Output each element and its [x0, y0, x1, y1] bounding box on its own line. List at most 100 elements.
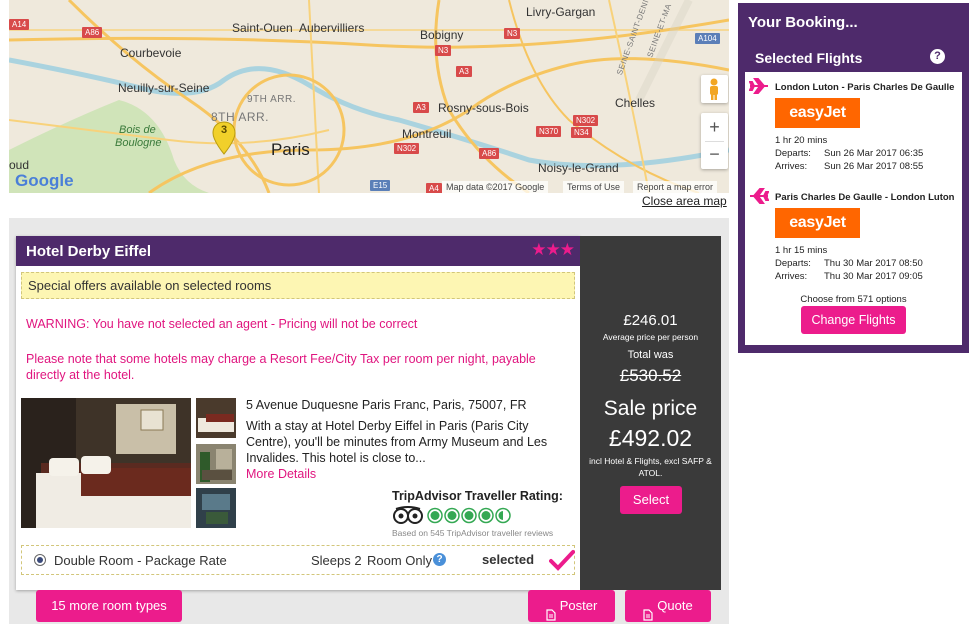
- total-was-label: Total was: [627, 349, 674, 361]
- total-was-price: £530.52: [619, 366, 682, 385]
- map-label-saint-ouen: Saint-Ouen: [232, 21, 293, 35]
- tripadvisor-owl-icon: [392, 506, 424, 524]
- room-sleeps: Sleeps 2: [311, 553, 362, 568]
- booking-title: Your Booking...: [748, 14, 858, 31]
- road-badge: N302: [394, 143, 420, 154]
- resort-fee-note: Please note that some hotels may charge …: [26, 352, 536, 382]
- zoom-in-button[interactable]: +: [701, 113, 728, 141]
- hotel-thumbnail[interactable]: [196, 444, 236, 484]
- rating-bubble-half: [498, 511, 503, 520]
- hotel-thumbnail[interactable]: [196, 398, 236, 438]
- radio-dot: [37, 557, 43, 563]
- road-badge: N3: [504, 28, 521, 39]
- street-view-button[interactable]: [701, 75, 728, 103]
- map-label-neuilly: Neuilly-sur-Seine: [118, 81, 210, 95]
- arrives-time: Thu 30 Mar 2017 09:05: [824, 271, 923, 282]
- hotel-marker[interactable]: 3: [212, 121, 236, 155]
- hotel-marker-label: 3: [220, 124, 228, 136]
- price-per-person: £246.01: [623, 312, 678, 329]
- room-option-row[interactable]: Double Room - Package Rate Sleeps 2 Room…: [21, 545, 575, 575]
- special-offer-banner: Special offers available on selected roo…: [21, 272, 575, 299]
- poster-button[interactable]: Poster: [528, 590, 615, 622]
- departs-time: Sun 26 Mar 2017 06:35: [824, 148, 924, 159]
- departs-time: Thu 30 Mar 2017 08:50: [824, 258, 923, 269]
- poster-label: Poster: [559, 598, 598, 613]
- zoom-out-button[interactable]: −: [701, 141, 728, 169]
- road-badge: A3: [413, 102, 429, 113]
- departs-label: Departs:: [775, 148, 811, 159]
- road-badge: A14: [9, 19, 30, 30]
- hotel-address: 5 Avenue Duquesne Paris Franc, Paris, 75…: [246, 398, 527, 412]
- agent-warning: WARNING: You have not selected an agent …: [26, 317, 418, 331]
- departs-label: Departs:: [775, 258, 811, 269]
- star-rating: ★★★: [531, 240, 575, 259]
- hotel-card-header: Hotel Derby Eiffel ★★★: [16, 236, 580, 266]
- map-label-courbevoie: Courbevoie: [120, 46, 182, 60]
- quote-button[interactable]: Quote: [625, 590, 711, 622]
- flight-options-count: Choose from 571 options: [800, 294, 907, 305]
- hotel-thumbnail[interactable]: [196, 488, 236, 528]
- board-info-icon[interactable]: ?: [433, 553, 446, 566]
- flight-route: London Luton - Paris Charles De Gaulle: [775, 82, 955, 93]
- booking-panel: Your Booking... Selected Flights ? Londo…: [738, 3, 969, 353]
- rating-bubble-fill: [430, 511, 440, 520]
- map-label-bois: Bois de: [119, 124, 156, 136]
- selected-flights-heading: Selected Flights: [755, 50, 863, 66]
- arrives-label: Arrives:: [775, 161, 808, 172]
- map-attribution: Map data ©2017 Google: [442, 181, 549, 193]
- select-button[interactable]: Select: [620, 486, 682, 514]
- close-area-map-link[interactable]: Close area map: [642, 194, 727, 208]
- road-badge: A86: [82, 27, 103, 38]
- road-badge: E15: [370, 180, 391, 191]
- map-terms-link[interactable]: Terms of Use: [563, 181, 625, 193]
- hotel-main-photo[interactable]: [21, 398, 191, 528]
- flights-box: London Luton - Paris Charles De Gaulle e…: [745, 72, 962, 345]
- price-includes-note: incl Hotel & Flights, excl SAFP & ATOL.: [589, 456, 712, 478]
- sale-price-label: Sale price: [603, 397, 698, 420]
- more-details-link[interactable]: More Details: [246, 467, 316, 481]
- price-panel: £246.01 Average price per person Total w…: [580, 236, 721, 590]
- document-icon: [643, 601, 653, 621]
- flight-route: Paris Charles De Gaulle - London Luton: [775, 192, 955, 203]
- map-label-montreuil: Montreuil: [402, 127, 452, 141]
- road-badge: A104: [695, 33, 720, 44]
- hotel-name[interactable]: Hotel Derby Eiffel: [26, 243, 151, 260]
- map-label-oud: oud: [9, 158, 30, 172]
- flight-duration: 1 hr 15 mins: [775, 245, 828, 256]
- room-board: Room Only: [367, 553, 433, 568]
- change-flights-button[interactable]: Change Flights: [801, 306, 906, 334]
- road-badge: N302: [573, 115, 599, 126]
- airplane-icon: [748, 78, 769, 94]
- help-icon[interactable]: ?: [930, 49, 945, 64]
- more-room-types-button[interactable]: 15 more room types: [36, 590, 182, 622]
- map-label-arr9: 9TH ARR.: [247, 94, 297, 105]
- easyjet-logo: easyJet: [775, 208, 860, 238]
- arrives-time: Sun 26 Mar 2017 08:55: [824, 161, 924, 172]
- map-label-boulogne: Boulogne: [115, 137, 162, 149]
- tripadvisor-title: TripAdvisor Traveller Rating:: [392, 489, 563, 503]
- airplane-icon: [749, 188, 770, 204]
- road-badge: A3: [456, 66, 472, 77]
- hotel-description: With a stay at Hotel Derby Eiffel in Par…: [246, 419, 548, 465]
- rating-bubble-fill: [464, 511, 474, 520]
- tripadvisor-review-count: Based on 545 TripAdvisor traveller revie…: [392, 528, 554, 538]
- price-per-person-label: Average price per person: [602, 332, 699, 342]
- checkmark-icon: [549, 549, 575, 571]
- map-report-link[interactable]: Report a map error: [633, 181, 718, 193]
- hotel-card: Hotel Derby Eiffel ★★★ Special offers av…: [16, 236, 580, 590]
- easyjet-logo: easyJet: [775, 98, 860, 128]
- room-radio[interactable]: [34, 554, 46, 566]
- sale-price: £492.02: [608, 425, 693, 451]
- road-badge: A86: [479, 148, 500, 159]
- map-label-bobigny: Bobigny: [420, 28, 464, 42]
- pegman-icon: [707, 78, 721, 100]
- map-label-paris: Paris: [271, 140, 310, 159]
- room-name: Double Room - Package Rate: [54, 553, 227, 568]
- road-badge: N34: [571, 127, 592, 138]
- road-badge: N3: [435, 45, 452, 56]
- map-label-livry: Livry-Gargan: [526, 5, 596, 19]
- area-map[interactable]: Livry-Gargan Saint-Ouen Aubervilliers Co…: [9, 0, 729, 193]
- map-label-aubervilliers: Aubervilliers: [299, 21, 365, 35]
- flight-duration: 1 hr 20 mins: [775, 135, 828, 146]
- arrives-label: Arrives:: [775, 271, 808, 282]
